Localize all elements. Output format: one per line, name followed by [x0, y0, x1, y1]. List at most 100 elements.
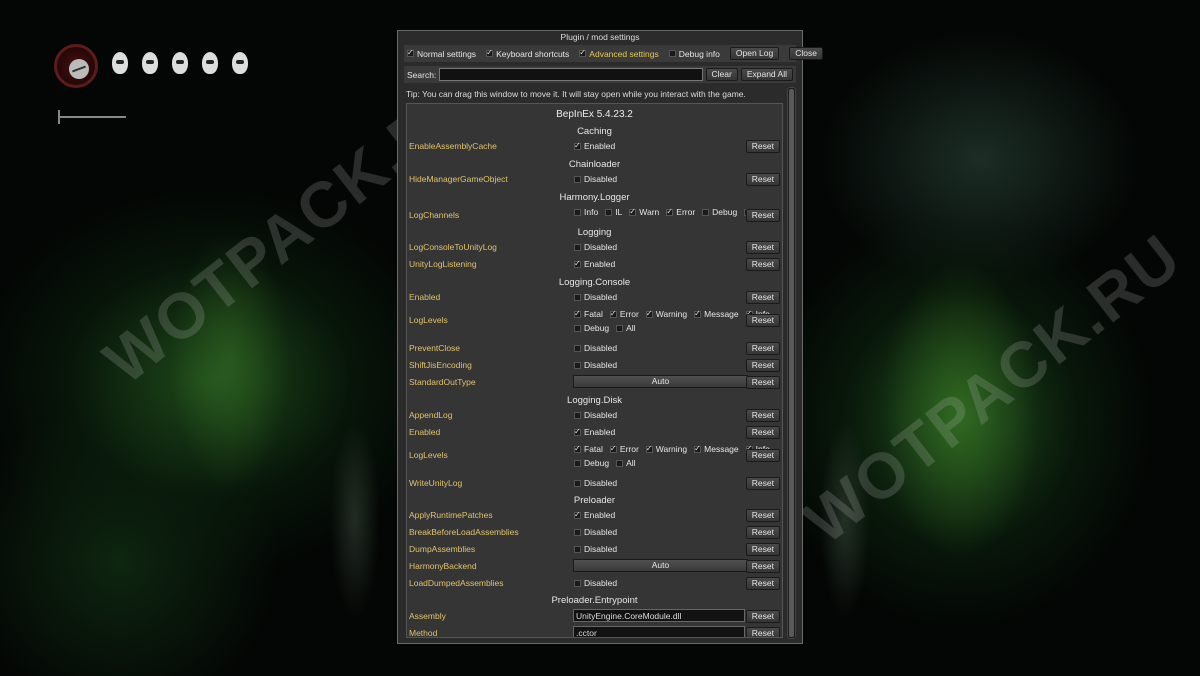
close-button[interactable]: Close [789, 47, 823, 60]
reset-button[interactable]: Reset [745, 209, 780, 222]
checkbox-icon [574, 324, 581, 332]
keyboard-shortcuts-toggle[interactable]: Keyboard shortcuts [486, 48, 569, 59]
setting-row-std-out-type: StandardOutType Auto Reset [407, 374, 782, 390]
disabled-checkbox[interactable]: Disabled [574, 242, 617, 252]
reset-button[interactable]: Reset [745, 258, 780, 271]
message-checkbox[interactable]: Message [694, 309, 739, 319]
checkbox-icon [574, 579, 581, 587]
reset-button[interactable]: Reset [745, 526, 780, 539]
setting-label: PreventClose [409, 343, 461, 353]
setting-row-log-console-to-unity: LogConsoleToUnityLog Disabled Reset [407, 239, 782, 255]
il-checkbox[interactable]: IL [605, 207, 622, 217]
setting-label: HarmonyBackend [409, 561, 477, 571]
setting-label: EnableAssemblyCache [409, 141, 497, 151]
enabled-checkbox[interactable]: Enabled [574, 141, 615, 151]
message-checkbox[interactable]: Message [694, 444, 739, 454]
checkbox-icon [574, 479, 581, 487]
reset-button[interactable]: Reset [745, 173, 780, 186]
checkbox-icon [574, 309, 581, 318]
setting-row-load-dumped: LoadDumpedAssemblies Disabled Reset [407, 575, 782, 591]
method-input[interactable] [573, 626, 745, 637]
reset-button[interactable]: Reset [745, 560, 780, 573]
reset-button[interactable]: Reset [745, 426, 780, 439]
debug-checkbox[interactable]: Debug [574, 323, 609, 333]
disabled-checkbox[interactable]: Disabled [574, 544, 617, 554]
disabled-checkbox[interactable]: Disabled [574, 478, 617, 488]
setting-label: Enabled [409, 292, 441, 302]
section-logging-disk: Logging.Disk [567, 395, 622, 406]
disabled-checkbox[interactable]: Disabled [574, 527, 617, 537]
checkbox-icon [574, 361, 581, 369]
warning-checkbox[interactable]: Warning [645, 444, 687, 454]
reset-button[interactable]: Reset [745, 577, 780, 590]
reset-button[interactable]: Reset [745, 509, 780, 522]
error-checkbox[interactable]: Error [666, 207, 695, 217]
debug-info-toggle[interactable]: Debug info [668, 49, 720, 59]
background-foliage-right [880, 260, 1040, 560]
reset-button[interactable]: Reset [745, 291, 780, 304]
reset-button[interactable]: Reset [745, 543, 780, 556]
all-checkbox[interactable]: All [616, 323, 636, 333]
settings-window[interactable]: Plugin / mod settings Normal settings Ke… [397, 30, 823, 644]
reset-button[interactable]: Reset [745, 449, 780, 462]
open-log-button[interactable]: Open Log [729, 47, 780, 60]
setting-row-apply-runtime-patches: ApplyRuntimePatches Enabled Reset [407, 507, 782, 523]
reset-button[interactable]: Reset [745, 140, 780, 153]
reset-button[interactable]: Reset [745, 627, 780, 637]
mask-icon [170, 52, 190, 76]
reset-button[interactable]: Reset [745, 376, 780, 389]
enabled-checkbox[interactable]: Enabled [574, 259, 615, 269]
expand-all-button[interactable]: Expand All [740, 68, 793, 81]
plugin-title: BepInEx 5.4.23.2 [556, 109, 633, 120]
disabled-checkbox[interactable]: Disabled [574, 292, 617, 302]
harmony-backend-dropdown[interactable]: Auto [573, 559, 748, 572]
fatal-checkbox[interactable]: Fatal [574, 444, 603, 454]
enabled-checkbox[interactable]: Enabled [574, 510, 615, 520]
fatal-checkbox[interactable]: Fatal [574, 309, 603, 319]
enabled-checkbox[interactable]: Enabled [574, 427, 615, 437]
disabled-checkbox[interactable]: Disabled [574, 343, 617, 353]
setting-label: Enabled [409, 427, 441, 437]
reset-button[interactable]: Reset [745, 409, 780, 422]
clear-search-button[interactable]: Clear [705, 68, 738, 81]
setting-label: StandardOutType [409, 377, 476, 387]
assembly-input[interactable] [573, 609, 745, 622]
disabled-checkbox[interactable]: Disabled [574, 410, 617, 420]
error-checkbox[interactable]: Error [609, 444, 639, 454]
reset-button[interactable]: Reset [745, 314, 780, 327]
info-checkbox[interactable]: Info [574, 207, 598, 217]
disabled-checkbox[interactable]: Disabled [574, 360, 617, 370]
disabled-checkbox[interactable]: Disabled [574, 174, 617, 184]
checkbox-icon [645, 309, 653, 318]
checkbox-icon [605, 208, 613, 216]
setting-label: LogLevels [409, 450, 448, 460]
normal-settings-toggle[interactable]: Normal settings [407, 48, 476, 59]
scroll-thumb[interactable] [789, 89, 794, 637]
reset-button[interactable]: Reset [745, 477, 780, 490]
reset-button[interactable]: Reset [745, 359, 780, 372]
warning-checkbox[interactable]: Warning [645, 309, 687, 319]
reset-button[interactable]: Reset [745, 241, 780, 254]
debug-checkbox[interactable]: Debug [574, 458, 609, 468]
checkbox-icon [574, 427, 581, 436]
reset-button[interactable]: Reset [745, 610, 780, 623]
checkbox-icon [574, 243, 581, 251]
vertical-scrollbar[interactable] [787, 87, 796, 639]
warn-checkbox[interactable]: Warn [629, 207, 659, 217]
reset-button[interactable]: Reset [745, 342, 780, 355]
watermark-right: WOTPACK.RU [790, 219, 1195, 558]
section-preloader: Preloader [573, 495, 616, 506]
checkbox-icon [609, 309, 617, 318]
checkbox-icon [668, 50, 676, 57]
disabled-checkbox[interactable]: Disabled [574, 578, 617, 588]
std-out-type-dropdown[interactable]: Auto [573, 375, 748, 388]
debug-checkbox[interactable]: Debug [702, 207, 737, 217]
all-checkbox[interactable]: All [616, 458, 636, 468]
search-input[interactable] [439, 68, 703, 81]
checkbox-icon [579, 48, 587, 57]
setting-row-append-log: AppendLog Disabled Reset [407, 407, 782, 423]
checkbox-icon [616, 324, 624, 332]
advanced-settings-toggle[interactable]: Advanced settings [579, 48, 659, 59]
error-checkbox[interactable]: Error [609, 309, 639, 319]
section-logging-console: Logging.Console [558, 277, 631, 288]
